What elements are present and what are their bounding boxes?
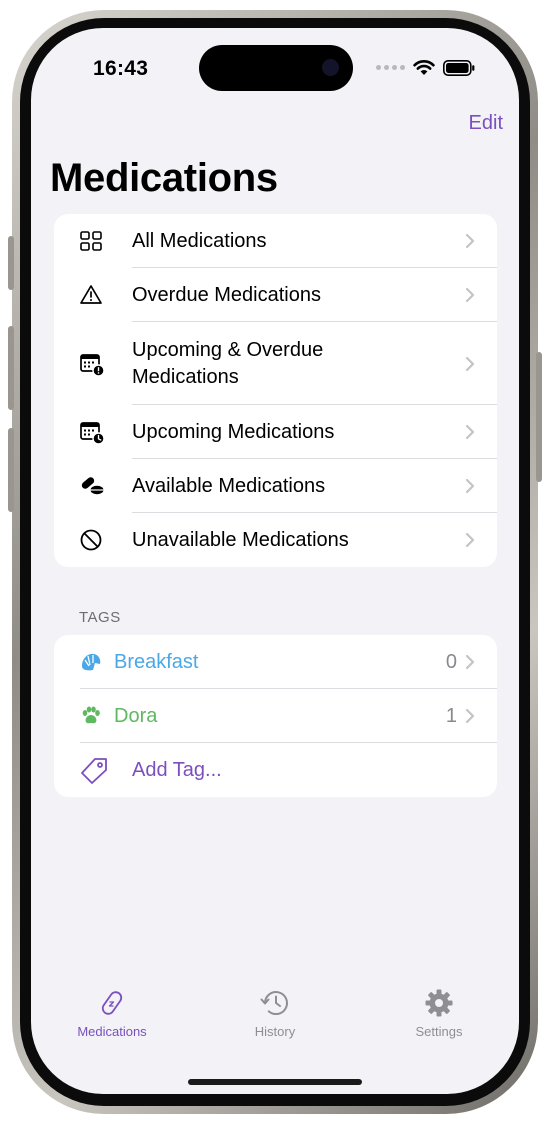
tab-bar: Medications History Settings bbox=[31, 988, 519, 1058]
pills-icon bbox=[81, 477, 104, 495]
chevron-right-icon bbox=[465, 233, 475, 249]
smart-lists-card: All Medications Overdue Medications Upco… bbox=[54, 214, 497, 567]
tag-count: 0 bbox=[445, 650, 457, 673]
status-time: 16:43 bbox=[93, 57, 149, 80]
tag-item-breakfast[interactable]: Breakfast 0 bbox=[54, 635, 497, 689]
prohibited-icon bbox=[80, 529, 102, 551]
tags-card: Breakfast 0 Dora 1 Add Tag... bbox=[54, 635, 497, 797]
battery-icon bbox=[443, 59, 475, 76]
tab-history[interactable]: History bbox=[215, 988, 335, 1039]
chevron-right-icon bbox=[465, 287, 475, 303]
edit-button[interactable]: Edit bbox=[469, 112, 503, 135]
add-tag-button[interactable]: Add Tag... bbox=[54, 743, 497, 797]
warning-triangle-icon bbox=[80, 285, 102, 304]
tag-item-dora[interactable]: Dora 1 bbox=[54, 689, 497, 743]
wifi-icon bbox=[413, 60, 435, 75]
calendar-clock-icon bbox=[80, 422, 105, 445]
list-item-label: Unavailable Medications bbox=[132, 528, 349, 551]
list-item-upcoming-medications[interactable]: Upcoming Medications bbox=[54, 405, 497, 459]
camera-icon bbox=[322, 59, 339, 76]
croissant-icon bbox=[82, 653, 101, 671]
tag-label: Breakfast bbox=[114, 650, 199, 673]
tag-count: 1 bbox=[445, 704, 457, 727]
chevron-right-icon bbox=[465, 356, 475, 371]
list-item-label: All Medications bbox=[132, 229, 267, 252]
tab-label: Medications bbox=[77, 1024, 147, 1039]
tab-settings[interactable]: Settings bbox=[379, 988, 499, 1039]
list-item-label: Overdue Medications bbox=[132, 283, 321, 306]
list-item-label: Available Medications bbox=[132, 474, 326, 497]
volume-down-button bbox=[8, 428, 14, 512]
pawprint-icon bbox=[82, 706, 100, 724]
gear-icon bbox=[425, 989, 453, 1017]
tag-label: Dora bbox=[114, 704, 158, 727]
list-item-available-medications[interactable]: Available Medications bbox=[54, 459, 497, 513]
tab-label: History bbox=[254, 1024, 296, 1039]
add-tag-label: Add Tag... bbox=[132, 758, 222, 781]
power-button bbox=[536, 352, 542, 482]
list-item-label: Upcoming Medications bbox=[132, 420, 335, 443]
app-screen: 16:43 Edit Medications All Medications O… bbox=[31, 28, 519, 1094]
list-item-all-medications[interactable]: All Medications bbox=[54, 214, 497, 268]
history-clock-icon bbox=[260, 991, 288, 1016]
chevron-right-icon bbox=[465, 708, 475, 724]
page-title: Medications bbox=[50, 156, 278, 200]
action-button bbox=[8, 236, 14, 290]
chevron-right-icon bbox=[465, 478, 475, 494]
list-item-upcoming-overdue-medications[interactable]: Upcoming & Overdue Medications bbox=[54, 322, 497, 405]
list-item-unavailable-medications[interactable]: Unavailable Medications bbox=[54, 513, 497, 567]
grid-icon bbox=[80, 231, 102, 251]
chevron-right-icon bbox=[465, 654, 475, 670]
pill-icon bbox=[101, 991, 123, 1015]
chevron-right-icon bbox=[465, 532, 475, 548]
tab-medications[interactable]: Medications bbox=[52, 988, 172, 1039]
calendar-alert-icon bbox=[80, 353, 105, 377]
cellular-signal-icon bbox=[376, 65, 405, 70]
list-item-overdue-medications[interactable]: Overdue Medications bbox=[54, 268, 497, 322]
home-indicator[interactable] bbox=[188, 1079, 362, 1085]
chevron-right-icon bbox=[465, 424, 475, 440]
volume-up-button bbox=[8, 326, 14, 410]
list-item-label: Upcoming & Overdue Medications bbox=[132, 338, 324, 388]
status-indicators bbox=[376, 59, 475, 76]
tag-icon bbox=[81, 758, 107, 784]
tab-label: Settings bbox=[415, 1024, 463, 1039]
section-header-tags: TAGS bbox=[79, 609, 121, 626]
dynamic-island bbox=[199, 45, 353, 91]
